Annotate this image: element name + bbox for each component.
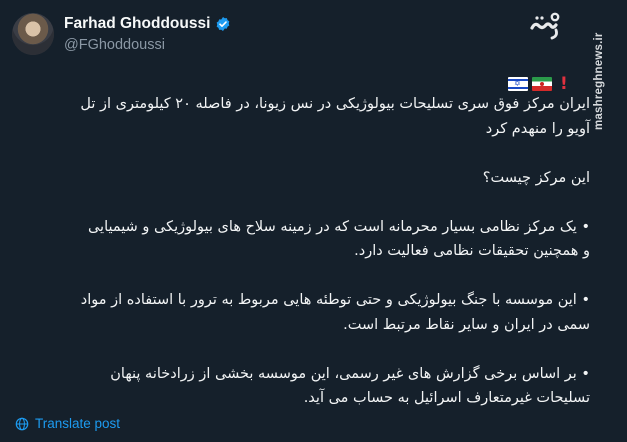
globe-icon <box>15 417 29 430</box>
post-text: ایران مرکز فوق سری تسلیحات بیولوژیکی در … <box>12 92 590 410</box>
author-name-row: Farhad Ghoddoussi <box>64 15 231 33</box>
translate-post-link[interactable]: Translate post <box>15 416 120 431</box>
iran-flag-icon <box>532 77 552 91</box>
post-line: این مرکز چیست؟ <box>482 169 590 186</box>
verified-badge-icon <box>217 17 230 31</box>
post-line: ایران مرکز فوق سری تسلیحات بیولوژیکی در … <box>80 96 590 112</box>
mashregh-logo-icon <box>530 12 560 40</box>
post-line: تسلیحات غیرمتعارف اسرائیل به حساب می آید… <box>303 390 590 406</box>
post-line: • یک مرکز نظامی بسیار محرمانه است که در … <box>87 218 590 235</box>
israel-flag-icon: ✡ <box>508 77 528 91</box>
avatar[interactable] <box>12 13 54 55</box>
post-line: • بر اساس برخی گزارش های غیر رسمی، این م… <box>110 365 590 382</box>
author-name[interactable]: Farhad Ghoddoussi <box>64 15 210 33</box>
post-line: و همچنین تحقیقات نظامی فعالیت دارد. <box>354 243 590 259</box>
post-line: آویو را منهدم کرد <box>485 120 590 137</box>
translate-post-label[interactable]: Translate post <box>35 416 120 431</box>
emoji-row: ✡ ! <box>508 74 568 94</box>
post-line: • این موسسه با جنگ بیولوژیکی و حتی توطئه… <box>80 292 590 308</box>
post-line: سمی در ایران و سایر نقاط مرتبط است. <box>343 316 590 333</box>
red-exclamation-icon: ! <box>560 74 568 94</box>
site-watermark: mashreghnews.ir <box>593 32 605 130</box>
author-handle[interactable]: @FGhoddoussi <box>64 37 165 53</box>
